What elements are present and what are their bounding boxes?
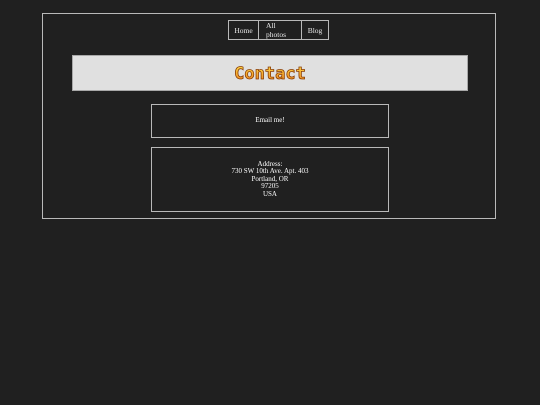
page-frame: Home All photos Blog Contact Email me! A… xyxy=(42,13,496,219)
address-country: USA xyxy=(262,189,277,198)
email-me-link[interactable]: Email me! xyxy=(255,117,284,125)
contact-banner: Contact xyxy=(72,55,468,91)
address-box: Address: 730 SW 10th Ave. Apt. 403 Portl… xyxy=(151,147,389,212)
contact-title-logo: Contact xyxy=(234,64,306,85)
contact-title-text: Contact xyxy=(234,64,306,84)
nav-all-photos-link[interactable]: All photos xyxy=(259,21,302,39)
top-nav: Home All photos Blog xyxy=(228,20,329,40)
nav-home-link[interactable]: Home xyxy=(229,21,259,39)
email-box: Email me! xyxy=(151,104,389,138)
nav-blog-link[interactable]: Blog xyxy=(302,21,328,39)
